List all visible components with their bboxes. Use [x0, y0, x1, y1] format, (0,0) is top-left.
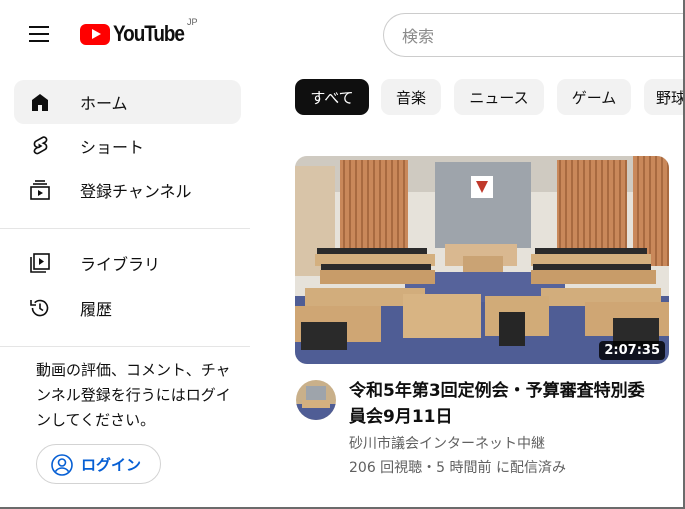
search-input[interactable]: 検索 [383, 13, 683, 57]
video-title[interactable]: 令和5年第3回定例会・予算審査特別委員会9月11日 [349, 378, 649, 430]
council-chamber-image [295, 156, 669, 364]
chip-music[interactable]: 音楽 [381, 79, 441, 115]
library-icon [30, 253, 50, 273]
video-metadata: 206 回視聴・5 時間前 に配信済み [349, 460, 566, 476]
region-code: JP [187, 17, 198, 27]
sidebar-item-label: ホーム [80, 94, 128, 113]
sidebar-item-label: 履歴 [80, 300, 113, 319]
sidebar-item-label: ライブラリ [80, 255, 161, 274]
video-duration: 2:07:35 [599, 341, 665, 360]
account-icon [51, 454, 73, 476]
youtube-play-icon [80, 23, 110, 45]
sidebar-divider [0, 228, 250, 229]
signin-button[interactable]: ログイン [36, 444, 161, 484]
menu-button[interactable] [26, 22, 54, 46]
shorts-icon [33, 136, 48, 155]
channel-name[interactable]: 砂川市議会インターネット中継 [349, 433, 545, 453]
logo-wordmark: YouTube [113, 21, 185, 46]
sidebar-item-shorts[interactable]: ショート [14, 124, 241, 168]
search-placeholder: 検索 [402, 27, 435, 46]
hamburger-icon [29, 26, 49, 28]
sidebar-divider [0, 346, 250, 347]
sidebar-item-subscriptions[interactable]: 登録チャンネル [14, 168, 241, 212]
chip-news[interactable]: ニュース [454, 79, 544, 115]
video-thumbnail[interactable]: 2:07:35 [295, 156, 669, 364]
subscriptions-icon [30, 180, 50, 200]
sidebar-item-label: 登録チャンネル [80, 182, 192, 201]
channel-avatar[interactable] [296, 380, 336, 420]
history-icon [30, 299, 49, 317]
signin-prompt: 動画の評価、コメント、チャンネル登録を行うにはログインしてください。 [36, 361, 231, 429]
chip-baseball[interactable]: 野球 [644, 79, 683, 115]
signin-button-label: ログイン [81, 455, 142, 474]
youtube-logo[interactable]: YouTube JP [80, 17, 198, 46]
channel-avatar-image [296, 380, 336, 420]
sidebar-item-label: ショート [80, 138, 145, 157]
chip-gaming[interactable]: ゲーム [557, 79, 631, 115]
sidebar-item-home[interactable]: ホーム [14, 80, 241, 124]
sidebar-item-history[interactable]: 履歴 [14, 286, 241, 330]
home-icon [32, 94, 48, 111]
sidebar-item-library[interactable]: ライブラリ [14, 241, 241, 285]
youtube-page: YouTube JP 検索 ホーム ショート 登録チャンネル ライブラリ 履歴 … [0, 0, 685, 509]
chip-all[interactable]: すべて [295, 79, 369, 115]
